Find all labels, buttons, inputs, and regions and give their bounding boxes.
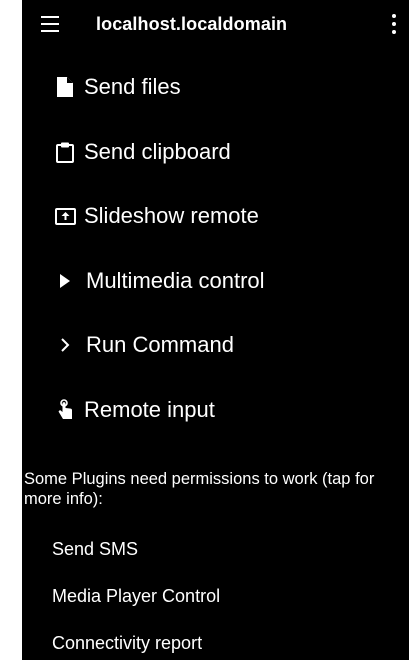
plugin-slideshow-remote[interactable]: Slideshow remote [22,187,409,243]
file-icon [54,76,76,98]
chevron-right-icon [54,334,76,356]
plugin-run-command[interactable]: Run Command [22,316,409,372]
plugin-label: Remote input [84,397,215,422]
permission-plugin-send-sms[interactable]: Send SMS [52,539,138,560]
app-screen: localhost.localdomain Send files Send cl… [22,0,409,660]
plugin-label: Send clipboard [84,139,231,164]
plugin-label: Run Command [86,332,234,357]
presentation-icon [54,205,76,227]
device-title: localhost.localdomain [96,14,288,34]
overflow-menu-icon[interactable] [386,12,402,36]
permission-plugin-connectivity-report[interactable]: Connectivity report [52,633,202,654]
plugin-send-clipboard[interactable]: Send clipboard [22,123,409,179]
plugin-send-files[interactable]: Send files [22,58,409,114]
plugin-label: Send files [84,74,181,99]
app-bar: localhost.localdomain [22,0,409,48]
hamburger-menu-icon[interactable] [41,16,59,32]
plugin-remote-input[interactable]: Remote input [22,381,409,437]
clipboard-icon [54,141,76,163]
play-icon [54,270,76,292]
plugin-multimedia-control[interactable]: Multimedia control [22,252,409,308]
permission-plugin-media-player-control[interactable]: Media Player Control [52,586,220,607]
plugin-label: Multimedia control [86,268,265,293]
touch-icon [54,399,76,421]
permissions-notice[interactable]: Some Plugins need permissions to work (t… [24,469,404,509]
plugin-label: Slideshow remote [84,203,259,228]
